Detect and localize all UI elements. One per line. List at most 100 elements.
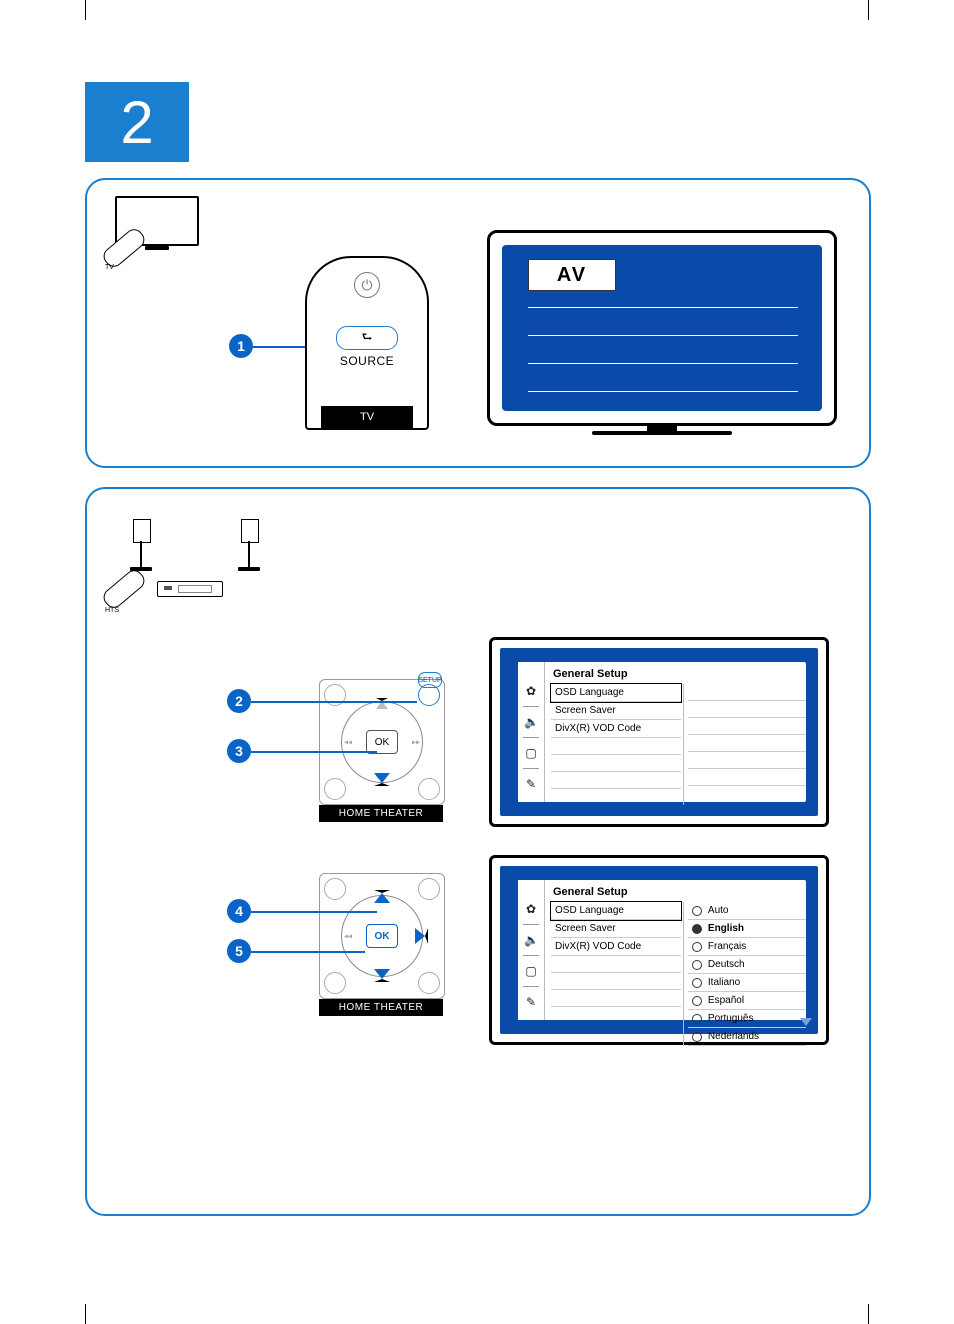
divider bbox=[523, 986, 539, 987]
source-button[interactable]: ⮑ bbox=[336, 326, 398, 350]
panel-hts-setup: HTS SETUP OK ◂◂ ▸▸ HOME THEATER 2 3 ✿ 🔈 bbox=[85, 487, 871, 1216]
radio-icon bbox=[692, 1032, 702, 1042]
tv-stand-icon bbox=[592, 431, 732, 435]
menu-main: General Setup OSD Language Screen Saver … bbox=[545, 662, 806, 802]
nav-up-icon[interactable] bbox=[374, 890, 390, 903]
corner-button[interactable] bbox=[324, 972, 346, 994]
menu-item[interactable]: Screen Saver bbox=[551, 920, 681, 938]
menu-item[interactable]: OSD Language bbox=[551, 684, 681, 702]
tv-display: AV bbox=[487, 230, 837, 426]
menu-main: General Setup OSD Language Screen Saver … bbox=[545, 880, 806, 1020]
hts-label: HTS bbox=[105, 607, 119, 614]
divider bbox=[523, 955, 539, 956]
prev-icon[interactable]: ◂◂ bbox=[344, 932, 352, 941]
pref-tab-icon[interactable]: ✎ bbox=[524, 777, 538, 791]
blank bbox=[688, 786, 806, 802]
language-option[interactable]: Auto bbox=[688, 902, 806, 920]
nav-up-icon[interactable] bbox=[376, 698, 388, 709]
gear-icon[interactable]: ✿ bbox=[524, 684, 538, 698]
language-option[interactable]: Italiano bbox=[688, 974, 806, 992]
screen: ✿ 🔈 ▢ ✎ General Setup OSD Language Scree… bbox=[500, 866, 818, 1034]
tv-remote: ⏻ ⮑ SOURCE TV bbox=[305, 256, 429, 430]
blank bbox=[551, 956, 681, 973]
speaker-pole-icon bbox=[140, 541, 142, 567]
speaker-tab-icon[interactable]: 🔈 bbox=[524, 715, 538, 729]
language-option[interactable]: Deutsch bbox=[688, 956, 806, 974]
corner-button[interactable] bbox=[418, 972, 440, 994]
blank bbox=[551, 973, 681, 990]
language-option[interactable]: Português bbox=[688, 1010, 806, 1028]
tv-label: TV bbox=[105, 264, 114, 271]
speaker-base-icon bbox=[238, 567, 260, 571]
radio-icon bbox=[692, 978, 702, 988]
source-button-label: SOURCE bbox=[340, 354, 394, 368]
video-tab-icon[interactable]: ▢ bbox=[524, 746, 538, 760]
nav-ring[interactable]: OK bbox=[341, 895, 423, 977]
blank bbox=[688, 684, 806, 701]
option-label: Português bbox=[708, 1013, 754, 1024]
option-label: Deutsch bbox=[708, 959, 745, 970]
option-label: Italiano bbox=[708, 977, 740, 988]
hts-remote-base-label: HOME THEATER bbox=[319, 805, 443, 822]
bullet-5-line bbox=[251, 951, 365, 953]
bullet-4-line bbox=[251, 911, 377, 913]
power-icon: ⏻ bbox=[354, 272, 380, 298]
screen: ✿ 🔈 ▢ ✎ General Setup OSD Language Scree… bbox=[500, 648, 818, 816]
menu-left: OSD Language Screen Saver DivX(R) VOD Co… bbox=[551, 684, 684, 805]
corner-button[interactable] bbox=[324, 778, 346, 800]
hts-remote-base-label: HOME THEATER bbox=[319, 999, 443, 1016]
bullet-3-line bbox=[251, 751, 377, 753]
option-label: English bbox=[708, 923, 744, 934]
blank bbox=[688, 752, 806, 769]
prev-icon[interactable]: ◂◂ bbox=[344, 738, 352, 747]
bullet-4: 4 bbox=[227, 899, 251, 923]
hts-remote-dpad-1: SETUP OK ◂◂ ▸▸ bbox=[319, 679, 445, 805]
menu-item[interactable]: DivX(R) VOD Code bbox=[551, 720, 681, 738]
radio-icon bbox=[692, 996, 702, 1006]
ok-button[interactable]: OK bbox=[366, 924, 398, 948]
next-icon[interactable]: ▸▸ bbox=[412, 738, 420, 747]
nav-down-icon[interactable] bbox=[374, 969, 390, 982]
radio-icon bbox=[692, 906, 702, 916]
player-icon bbox=[157, 581, 223, 597]
video-tab-icon[interactable]: ▢ bbox=[524, 964, 538, 978]
tv-screen: AV bbox=[502, 245, 822, 411]
option-label: Nederlands bbox=[708, 1031, 759, 1042]
gear-icon[interactable]: ✿ bbox=[524, 902, 538, 916]
radio-icon bbox=[692, 942, 702, 952]
language-option[interactable]: Nederlands bbox=[688, 1028, 806, 1046]
nav-right-icon[interactable] bbox=[415, 928, 428, 944]
corner-button[interactable] bbox=[418, 878, 440, 900]
corner-button[interactable] bbox=[324, 684, 346, 706]
speaker-tab-icon[interactable]: 🔈 bbox=[524, 933, 538, 947]
bullet-1: 1 bbox=[229, 334, 253, 358]
blank bbox=[551, 990, 681, 1007]
blank bbox=[688, 701, 806, 718]
crop-mark bbox=[868, 1304, 869, 1324]
menu-item[interactable]: DivX(R) VOD Code bbox=[551, 938, 681, 956]
menu-right bbox=[684, 684, 806, 805]
language-option[interactable]: Français bbox=[688, 938, 806, 956]
language-option[interactable]: English bbox=[688, 920, 806, 938]
menu-item[interactable]: Screen Saver bbox=[551, 702, 681, 720]
step-number-badge: 2 bbox=[85, 82, 189, 162]
option-label: Auto bbox=[708, 905, 729, 916]
nav-ring[interactable]: OK bbox=[341, 701, 423, 783]
corner-button[interactable] bbox=[324, 878, 346, 900]
corner-button[interactable] bbox=[418, 778, 440, 800]
pref-tab-icon[interactable]: ✎ bbox=[524, 995, 538, 1009]
menu-screen-2: ✿ 🔈 ▢ ✎ General Setup OSD Language Scree… bbox=[489, 855, 829, 1045]
language-option[interactable]: Español bbox=[688, 992, 806, 1010]
bullet-2: 2 bbox=[227, 689, 251, 713]
menu-title: General Setup bbox=[551, 662, 806, 684]
scroll-down-icon[interactable] bbox=[800, 1018, 812, 1026]
hts-remote-dpad-2: OK ◂◂ bbox=[319, 873, 445, 999]
crop-mark bbox=[85, 1304, 86, 1324]
menu-line bbox=[528, 335, 798, 336]
menu-item[interactable]: OSD Language bbox=[551, 902, 681, 920]
tv-stand-icon bbox=[647, 423, 677, 431]
divider bbox=[523, 768, 539, 769]
crop-mark bbox=[868, 0, 869, 20]
blank bbox=[551, 789, 681, 805]
nav-down-icon[interactable] bbox=[374, 773, 390, 786]
